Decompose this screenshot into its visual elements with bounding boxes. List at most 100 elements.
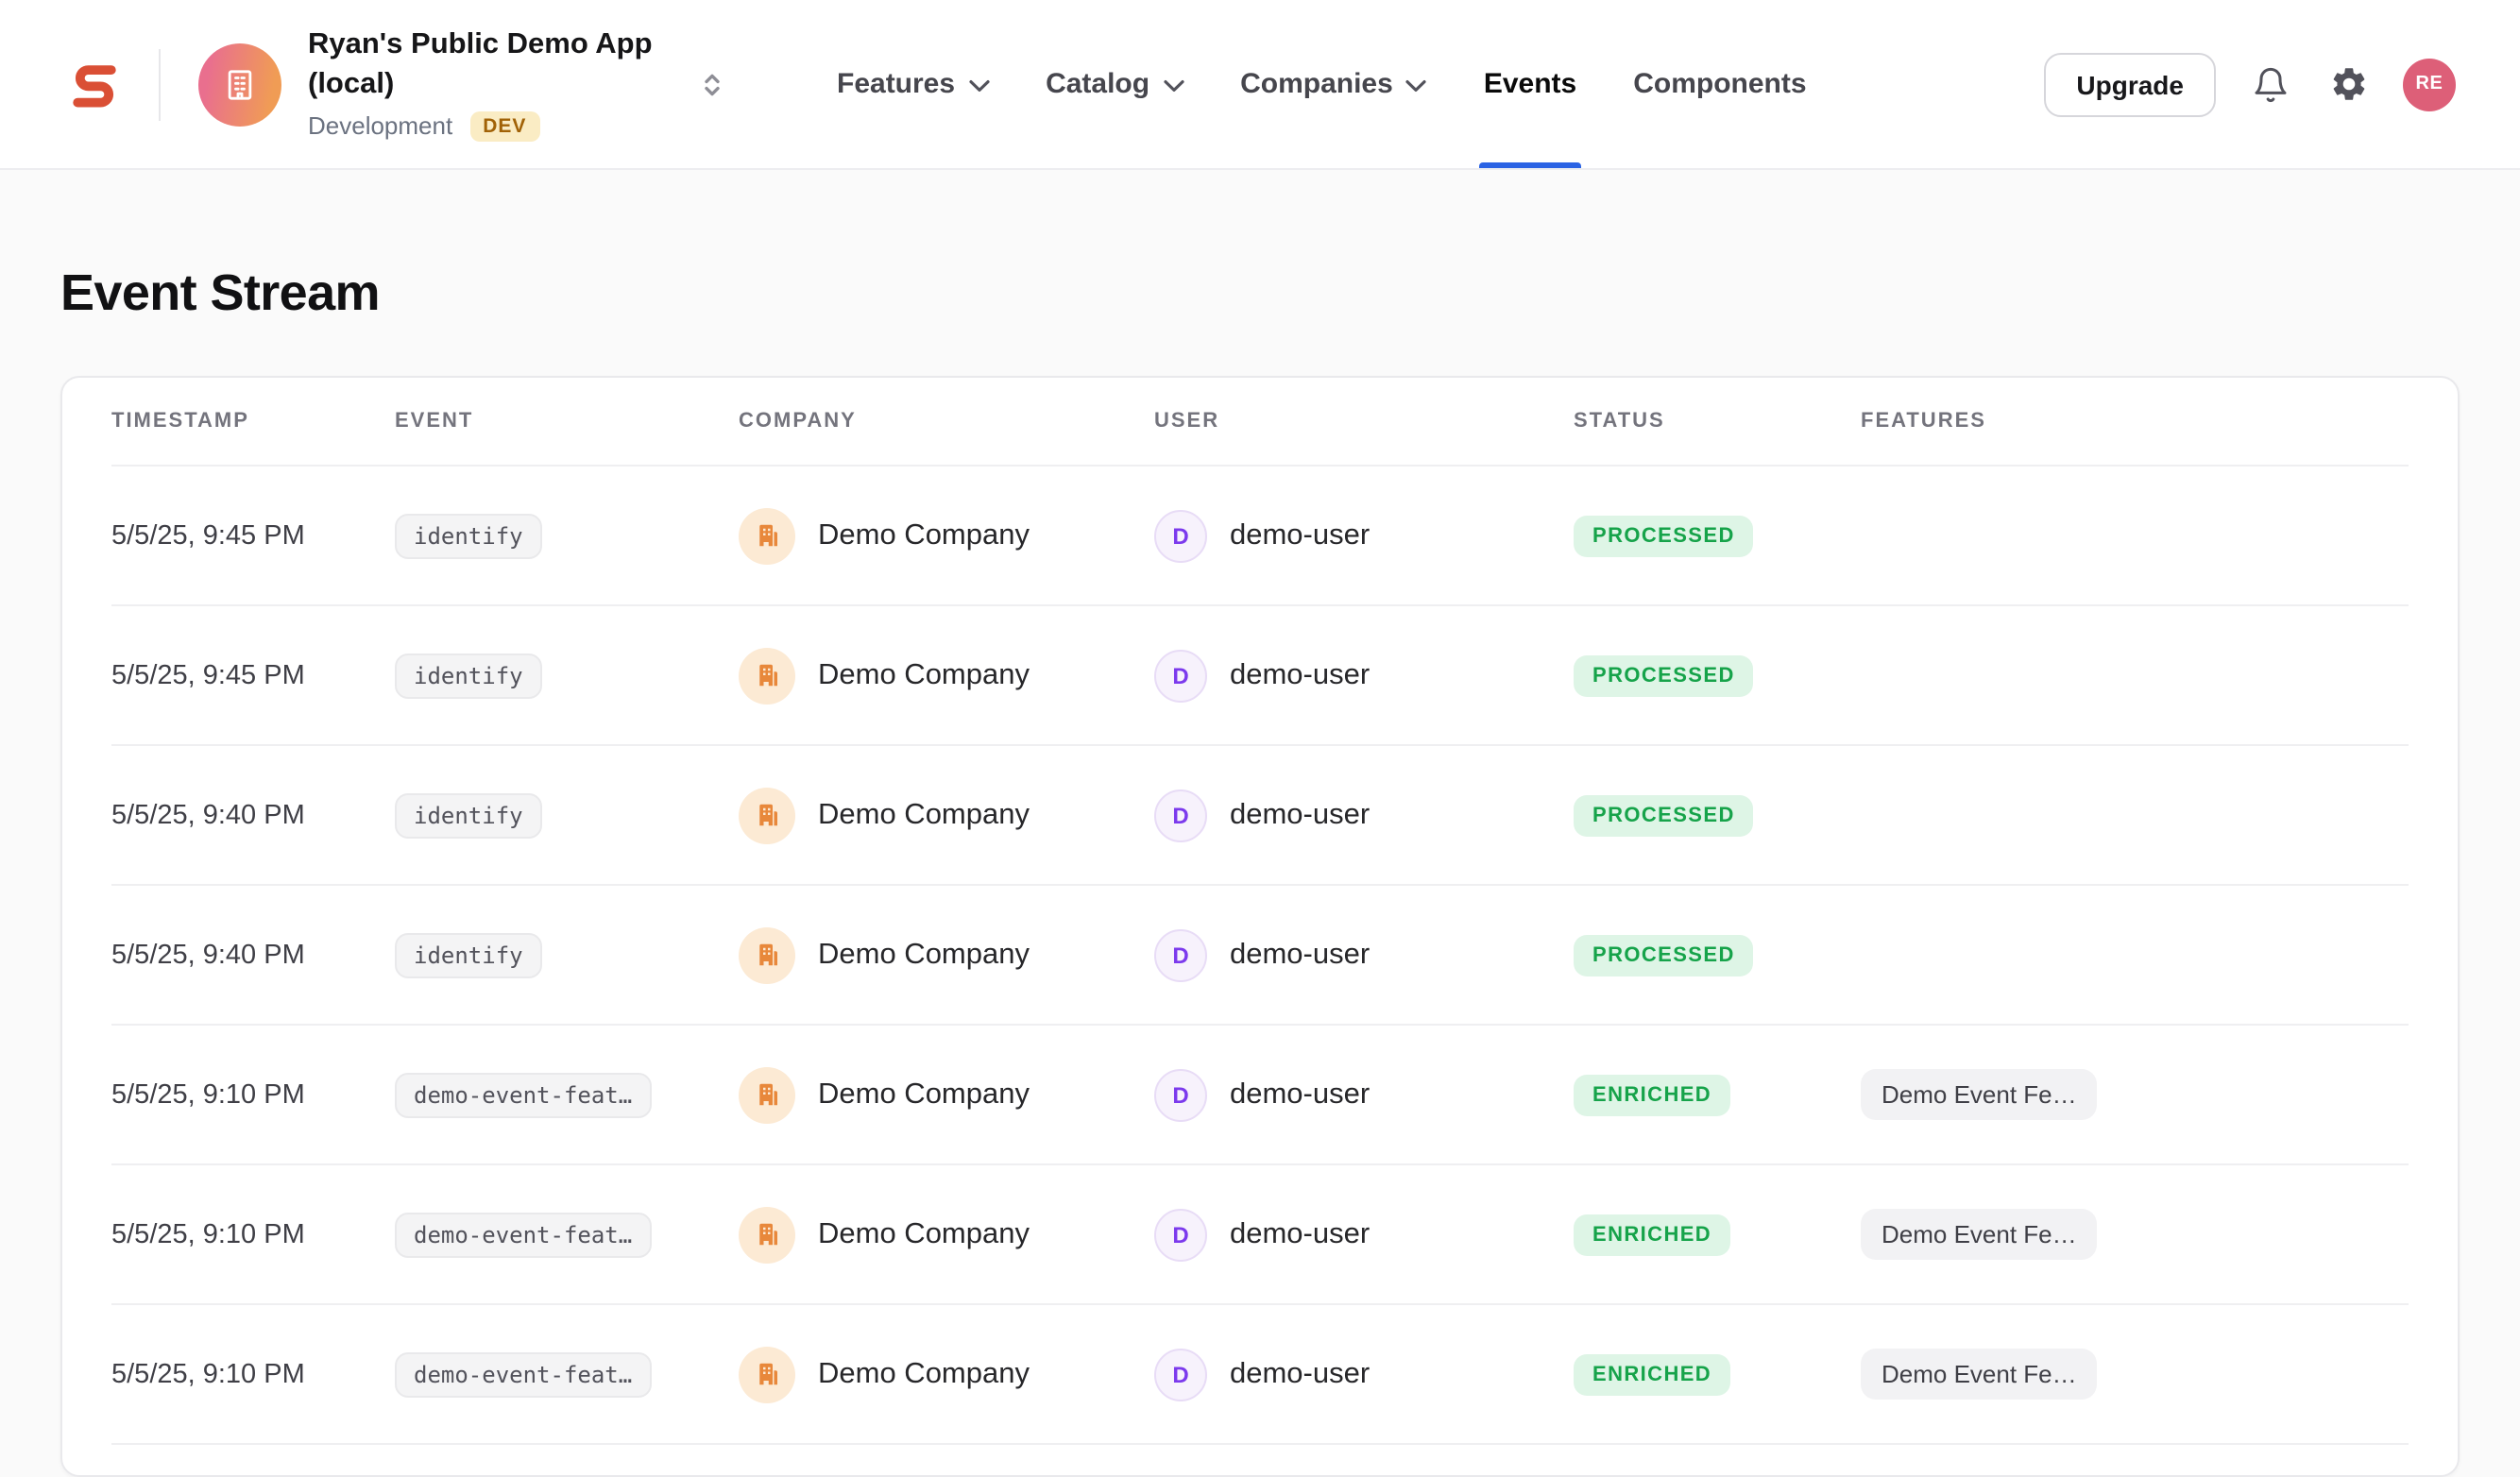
user-cell: D demo-user bbox=[1154, 509, 1574, 562]
event-cell: identify bbox=[395, 932, 739, 977]
building-icon bbox=[221, 65, 259, 103]
app-switcher[interactable]: Ryan's Public Demo App (local) Developme… bbox=[198, 26, 657, 142]
event-cell: demo-event-feat… bbox=[395, 1072, 739, 1117]
status-badge: PROCESSED bbox=[1574, 515, 1754, 556]
user-name: demo-user bbox=[1230, 1078, 1370, 1112]
user-avatar: D bbox=[1154, 928, 1207, 981]
nav-events[interactable]: Events bbox=[1456, 0, 1605, 168]
company-avatar bbox=[739, 1066, 795, 1123]
settings-gear-icon[interactable] bbox=[2325, 61, 2371, 107]
company-avatar bbox=[739, 926, 795, 983]
status-cell: ENRICHED bbox=[1574, 1074, 1861, 1115]
table-row[interactable]: 5/5/25, 9:45 PM identify Demo C bbox=[111, 465, 2409, 604]
company-name: Demo Company bbox=[818, 1217, 1030, 1251]
nav-features[interactable]: Features bbox=[809, 0, 1017, 168]
company-name: Demo Company bbox=[818, 518, 1030, 552]
environment-switcher-icon[interactable] bbox=[691, 63, 733, 105]
column-header: USER bbox=[1154, 410, 1574, 433]
nav-label: Companies bbox=[1240, 68, 1393, 100]
status-cell: PROCESSED bbox=[1574, 934, 1861, 976]
schematic-logo-icon[interactable] bbox=[64, 54, 125, 114]
event-chip: identify bbox=[395, 513, 542, 558]
table-row[interactable]: 5/5/25, 9:10 PM demo-event-feat… bbox=[111, 1163, 2409, 1303]
table-row[interactable]: 5/5/25, 9:10 PM demo-event-feat… bbox=[111, 1024, 2409, 1163]
event-chip: identify bbox=[395, 932, 542, 977]
main-nav: Features Catalog Companies Events Compon… bbox=[809, 0, 1835, 168]
table-row[interactable]: 5/5/25, 9:10 PM demo-event-feat… bbox=[111, 1303, 2409, 1443]
chevron-down-icon bbox=[1163, 79, 1183, 93]
page-title: Event Stream bbox=[60, 264, 2460, 323]
user-menu-avatar[interactable]: RE bbox=[2403, 58, 2456, 110]
event-chip: demo-event-feat… bbox=[395, 1351, 651, 1397]
environment-row: Development DEV bbox=[308, 111, 657, 142]
nav-components[interactable]: Components bbox=[1605, 0, 1834, 168]
event-chip: identify bbox=[395, 653, 542, 698]
notifications-bell-icon[interactable] bbox=[2248, 61, 2293, 107]
features-cell: Demo Event Fe… bbox=[1861, 1069, 2409, 1120]
app-avatar bbox=[198, 42, 281, 126]
event-cell: identify bbox=[395, 653, 739, 698]
app-root: Ryan's Public Demo App (local) Developme… bbox=[0, 0, 2520, 1469]
status-badge: PROCESSED bbox=[1574, 794, 1754, 836]
event-table-body: 5/5/25, 9:45 PM identify Demo C bbox=[111, 465, 2409, 1445]
chevron-down-icon bbox=[1406, 79, 1427, 93]
user-name: demo-user bbox=[1230, 938, 1370, 972]
event-cell: demo-event-feat… bbox=[395, 1351, 739, 1397]
event-chip: demo-event-feat… bbox=[395, 1212, 651, 1257]
user-avatar: D bbox=[1154, 1068, 1207, 1121]
app-header: Ryan's Public Demo App (local) Developme… bbox=[0, 0, 2520, 170]
building-icon bbox=[753, 1080, 781, 1109]
company-cell: Demo Company bbox=[739, 926, 1154, 983]
user-cell: D demo-user bbox=[1154, 1348, 1574, 1401]
event-chip: identify bbox=[395, 792, 542, 838]
timestamp-cell: 5/5/25, 9:45 PM bbox=[111, 520, 395, 551]
company-avatar bbox=[739, 1206, 795, 1263]
building-icon bbox=[753, 1220, 781, 1248]
timestamp-cell: 5/5/25, 9:10 PM bbox=[111, 1219, 395, 1249]
event-table-card: TIMESTAMP EVENT COMPANY USER STATUS FEAT… bbox=[60, 376, 2460, 1477]
user-cell: D demo-user bbox=[1154, 789, 1574, 841]
nav-catalog[interactable]: Catalog bbox=[1017, 0, 1212, 168]
column-header: FEATURES bbox=[1861, 410, 2409, 433]
upgrade-button[interactable]: Upgrade bbox=[2044, 52, 2216, 116]
building-icon bbox=[753, 521, 781, 550]
building-icon bbox=[753, 1360, 781, 1388]
company-cell: Demo Company bbox=[739, 1346, 1154, 1402]
user-name: demo-user bbox=[1230, 798, 1370, 832]
column-header: EVENT bbox=[395, 410, 739, 433]
nav-companies[interactable]: Companies bbox=[1212, 0, 1456, 168]
environment-name: Development bbox=[308, 112, 452, 141]
user-avatar: D bbox=[1154, 789, 1207, 841]
company-name: Demo Company bbox=[818, 1357, 1030, 1391]
user-cell: D demo-user bbox=[1154, 928, 1574, 981]
company-name: Demo Company bbox=[818, 938, 1030, 972]
table-row[interactable]: 5/5/25, 9:45 PM identify Demo C bbox=[111, 604, 2409, 744]
company-cell: Demo Company bbox=[739, 507, 1154, 564]
user-cell: D demo-user bbox=[1154, 649, 1574, 702]
header-actions: Upgrade RE bbox=[2044, 52, 2456, 116]
company-cell: Demo Company bbox=[739, 1066, 1154, 1123]
status-badge: ENRICHED bbox=[1574, 1074, 1730, 1115]
table-row[interactable]: 5/5/25, 9:40 PM identify Demo C bbox=[111, 744, 2409, 884]
nav-label: Catalog bbox=[1046, 68, 1149, 100]
table-header-row: TIMESTAMP EVENT COMPANY USER STATUS FEAT… bbox=[111, 378, 2409, 465]
environment-badge: DEV bbox=[469, 111, 539, 142]
event-chip: demo-event-feat… bbox=[395, 1072, 651, 1117]
status-badge: ENRICHED bbox=[1574, 1214, 1730, 1255]
timestamp-cell: 5/5/25, 9:10 PM bbox=[111, 1079, 395, 1110]
timestamp-cell: 5/5/25, 9:40 PM bbox=[111, 940, 395, 970]
company-cell: Demo Company bbox=[739, 787, 1154, 843]
status-cell: PROCESSED bbox=[1574, 515, 1861, 556]
company-avatar bbox=[739, 1346, 795, 1402]
user-name: demo-user bbox=[1230, 658, 1370, 692]
status-badge: PROCESSED bbox=[1574, 654, 1754, 696]
user-avatar: D bbox=[1154, 509, 1207, 562]
status-cell: PROCESSED bbox=[1574, 654, 1861, 696]
user-name: demo-user bbox=[1230, 1217, 1370, 1251]
status-cell: PROCESSED bbox=[1574, 794, 1861, 836]
timestamp-cell: 5/5/25, 9:10 PM bbox=[111, 1359, 395, 1389]
company-cell: Demo Company bbox=[739, 1206, 1154, 1263]
table-row[interactable]: 5/5/25, 9:40 PM identify Demo C bbox=[111, 884, 2409, 1024]
building-icon bbox=[753, 661, 781, 689]
timestamp-cell: 5/5/25, 9:45 PM bbox=[111, 660, 395, 690]
